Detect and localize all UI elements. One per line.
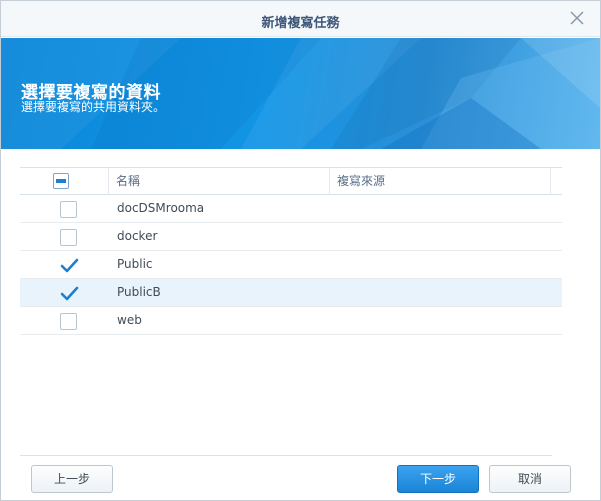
checkmark-icon — [60, 258, 79, 273]
header-banner: 選擇要複寫的資料 選擇要複寫的共用資料夾。 — [1, 38, 600, 149]
dialog-titlebar: 新增複寫任務 — [1, 1, 600, 37]
row-checkbox[interactable] — [60, 201, 77, 218]
table-row[interactable]: docDSMrooma — [20, 195, 562, 223]
cancel-button[interactable]: 取消 — [489, 465, 571, 493]
close-icon — [570, 11, 584, 25]
shared-folder-table: 名稱 複寫來源 docDSMrooma docker Public Public… — [20, 167, 562, 335]
checkmark-icon — [60, 286, 79, 301]
folder-name: docDSMrooma — [117, 201, 205, 215]
table-header: 名稱 複寫來源 — [20, 167, 562, 195]
row-checkbox[interactable] — [60, 285, 79, 302]
folder-name: web — [117, 313, 142, 327]
back-button[interactable]: 上一步 — [31, 465, 113, 493]
footer-divider — [20, 455, 552, 456]
row-checkbox[interactable] — [60, 229, 77, 246]
dialog-title: 新增複寫任務 — [261, 16, 340, 31]
table-row[interactable]: docker — [20, 223, 562, 251]
folder-name: Public — [117, 257, 153, 271]
table-row[interactable]: PublicB — [20, 279, 562, 307]
folder-name: PublicB — [117, 285, 161, 299]
select-all-checkbox[interactable] — [53, 173, 69, 189]
banner-subtitle: 選擇要複寫的共用資料夾。 — [21, 100, 166, 114]
row-checkbox[interactable] — [60, 313, 77, 330]
next-button[interactable]: 下一步 — [397, 465, 479, 493]
folder-name: docker — [117, 229, 158, 243]
row-checkbox[interactable] — [60, 257, 79, 274]
partial-check-icon — [56, 179, 66, 183]
column-divider — [550, 168, 551, 195]
replication-task-dialog: 新增複寫任務 選擇要複寫的資料 選擇要複寫的共用資料夾。 名稱 複寫來源 doc… — [0, 0, 601, 501]
table-row[interactable]: Public — [20, 251, 562, 279]
close-button[interactable] — [568, 9, 586, 27]
table-row[interactable]: web — [20, 307, 562, 335]
column-header-source[interactable]: 複寫來源 — [329, 168, 385, 195]
column-header-name[interactable]: 名稱 — [108, 168, 140, 195]
